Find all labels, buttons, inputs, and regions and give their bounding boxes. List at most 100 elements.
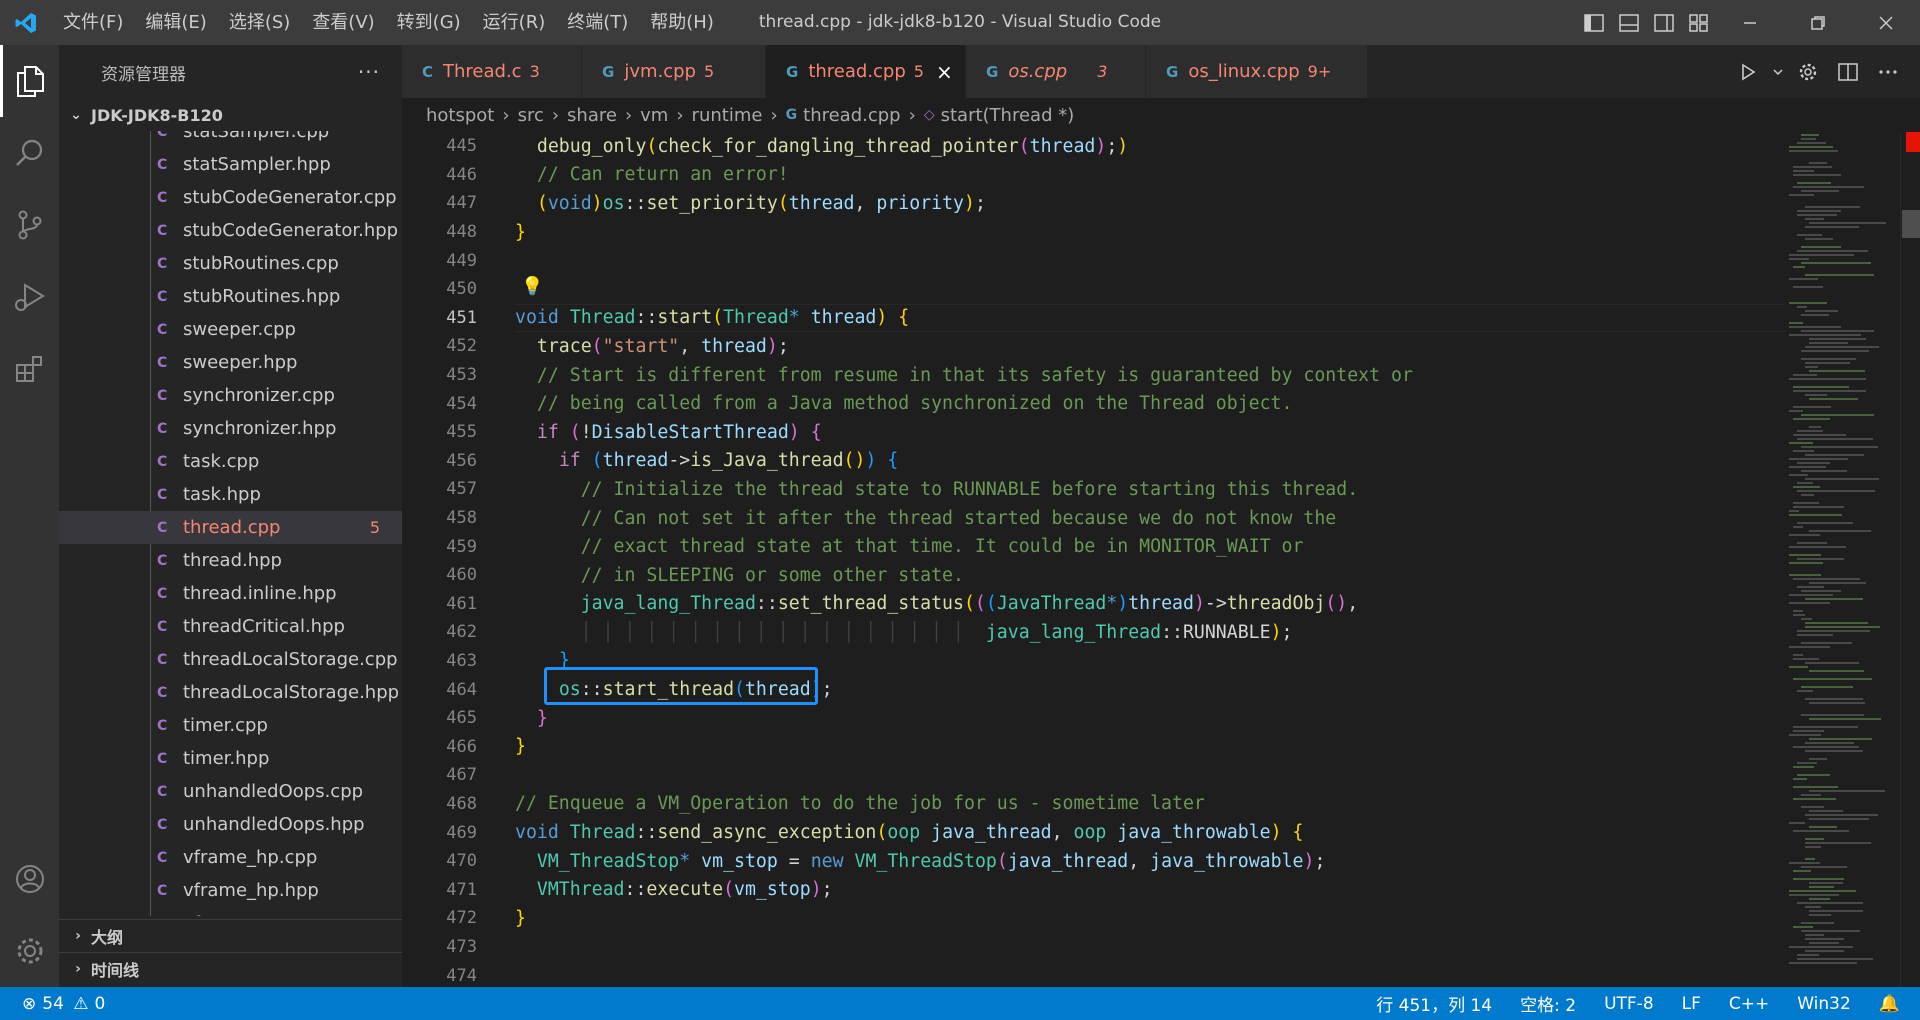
code-line[interactable]: 459 // exact thread state at that time. … <box>402 532 1852 561</box>
code-line[interactable]: 471 VMThread::execute(vm_stop); <box>402 875 1852 904</box>
code-line[interactable]: 447 (void)os::set_priority(thread, prior… <box>402 189 1852 218</box>
code-line[interactable]: 465 } <box>402 704 1852 733</box>
code-line[interactable]: 449 <box>402 246 1852 275</box>
code-line[interactable]: 454 // being called from a Java method s… <box>402 389 1852 418</box>
file-item[interactable]: CthreadCritical.hpp <box>59 610 402 643</box>
workspace-folder[interactable]: ⌄ JDK-JDK8-B120 <box>59 99 402 131</box>
run-file-icon[interactable] <box>1728 45 1768 98</box>
file-item[interactable]: Cvframe_hp.hpp <box>59 874 402 907</box>
code-line[interactable]: 467 <box>402 761 1852 790</box>
code-line[interactable]: 473 <box>402 933 1852 962</box>
search-icon[interactable] <box>0 117 59 189</box>
toggle-secondary-sidebar-icon[interactable] <box>1646 0 1681 45</box>
file-item[interactable]: Cthread.cpp 5 <box>59 511 402 544</box>
breadcrumb-item[interactable]: thread.cpp <box>803 105 900 126</box>
file-item[interactable]: CstubRoutines.cpp <box>59 247 402 280</box>
breadcrumb-item[interactable]: hotspot <box>426 105 494 126</box>
code-line[interactable]: 474 <box>402 961 1852 987</box>
menu-go[interactable]: 转到(G) <box>386 0 472 45</box>
more-actions-icon[interactable]: ··· <box>358 60 380 84</box>
minimap[interactable] <box>1785 132 1900 987</box>
file-item[interactable]: CunhandledOops.cpp <box>59 775 402 808</box>
code-line[interactable]: 461 java_lang_Thread::set_thread_status(… <box>402 590 1852 619</box>
code-line[interactable]: 446 // Can return an error! <box>402 161 1852 190</box>
file-item[interactable]: CthreadLocalStorage.cpp <box>59 643 402 676</box>
file-item[interactable]: CthreadLocalStorage.hpp <box>59 676 402 709</box>
restore-icon[interactable] <box>1784 0 1852 45</box>
tab-os-cpp[interactable]: G os.cpp 3 <box>966 45 1146 98</box>
code-line[interactable]: 452 trace("start", thread); <box>402 332 1852 361</box>
file-item[interactable]: Csynchronizer.hpp <box>59 412 402 445</box>
file-item[interactable]: Cthread.hpp <box>59 544 402 577</box>
lightbulb-icon[interactable]: 💡 <box>521 276 543 297</box>
tab-jvm-cpp[interactable]: G jvm.cpp 5 <box>582 45 766 98</box>
breadcrumb-item[interactable]: start(Thread *) <box>941 105 1075 126</box>
explorer-icon[interactable] <box>0 45 59 117</box>
code-line[interactable]: 455 if (!DisableStartThread) { <box>402 418 1852 447</box>
split-editor-icon[interactable] <box>1828 45 1868 98</box>
code-line[interactable]: 450 <box>402 275 1852 304</box>
breadcrumb-item[interactable]: src <box>518 105 544 126</box>
file-item[interactable]: Cthread.inline.hpp <box>59 577 402 610</box>
file-item[interactable]: Ctask.cpp <box>59 445 402 478</box>
code-line[interactable]: 458 // Can not set it after the thread s… <box>402 504 1852 533</box>
vertical-scrollbar[interactable] <box>1900 132 1920 987</box>
file-item[interactable]: Cvframe_hp.cpp <box>59 841 402 874</box>
breadcrumb-item[interactable]: runtime <box>692 105 763 126</box>
run-debug-icon[interactable] <box>0 261 59 333</box>
menu-file[interactable]: 文件(F) <box>52 0 134 45</box>
problems-indicator[interactable]: ⊗ 54 ⚠ 0 <box>22 994 119 1014</box>
more-actions-icon[interactable] <box>1868 45 1908 98</box>
file-item[interactable]: CunhandledOops.hpp <box>59 808 402 841</box>
account-icon[interactable] <box>0 843 59 915</box>
code-line[interactable]: 472} <box>402 904 1852 933</box>
file-item[interactable]: CstatSampler.hpp <box>59 148 402 181</box>
extensions-icon[interactable] <box>0 333 59 405</box>
toggle-primary-sidebar-icon[interactable] <box>1576 0 1611 45</box>
file-item[interactable]: CstubCodeGenerator.cpp <box>59 181 402 214</box>
indentation[interactable]: 空格: 2 <box>1506 991 1590 1016</box>
code-line[interactable]: 457 // Initialize the thread state to RU… <box>402 475 1852 504</box>
encoding[interactable]: UTF-8 <box>1590 994 1668 1014</box>
file-item[interactable]: CstubCodeGenerator.hpp <box>59 214 402 247</box>
code-line[interactable]: 468 // Enqueue a VM_Operation to do the j… <box>402 790 1852 819</box>
language-mode[interactable]: C++ <box>1715 994 1783 1014</box>
chevron-down-icon[interactable] <box>1768 45 1788 98</box>
code-line[interactable]: 453 // Start is different from resume in… <box>402 361 1852 390</box>
file-item[interactable]: Csweeper.hpp <box>59 346 402 379</box>
menu-terminal[interactable]: 终端(T) <box>556 0 639 45</box>
code-line[interactable]: 448} <box>402 218 1852 247</box>
file-item[interactable]: Ctask.hpp <box>59 478 402 511</box>
breadcrumb-item[interactable]: share <box>567 105 617 126</box>
file-item[interactable]: Csynchronizer.cpp <box>59 379 402 412</box>
gear-icon[interactable] <box>1788 45 1828 98</box>
settings-gear-icon[interactable] <box>0 915 59 987</box>
outline-section[interactable]: › 大纲 <box>59 919 402 951</box>
menu-edit[interactable]: 编辑(E) <box>134 0 217 45</box>
file-item[interactable]: Csweeper.cpp <box>59 313 402 346</box>
cursor-position[interactable]: 行 451，列 14 <box>1362 991 1506 1016</box>
code-line[interactable]: 451 void Thread::start(Thread* thread) { <box>402 303 1852 333</box>
close-icon[interactable]: × <box>936 60 953 84</box>
tab-thread-c[interactable]: C Thread.c 3 <box>402 45 582 98</box>
end-of-line[interactable]: LF <box>1668 994 1715 1014</box>
platform[interactable]: Win32 <box>1783 994 1865 1014</box>
menu-selection[interactable]: 选择(S) <box>218 0 301 45</box>
menu-view[interactable]: 查看(V) <box>301 0 385 45</box>
toggle-panel-icon[interactable] <box>1611 0 1646 45</box>
file-item[interactable]: Cvframe.cpp <box>59 907 402 916</box>
close-window-icon[interactable] <box>1852 0 1920 45</box>
code-line[interactable]: 445 debug_only(check_for_dangling_thread… <box>402 132 1852 161</box>
source-control-icon[interactable] <box>0 189 59 261</box>
code-editor[interactable]: 445 debug_only(check_for_dangling_thread… <box>402 132 1902 987</box>
menu-help[interactable]: 帮助(H) <box>639 0 725 45</box>
notifications-bell-icon[interactable]: 🔔 <box>1865 994 1920 1014</box>
code-line[interactable]: 470 VM_ThreadStop* vm_stop = new VM_Thre… <box>402 847 1852 876</box>
menu-run[interactable]: 运行(R) <box>472 0 557 45</box>
code-line[interactable]: 466} <box>402 732 1852 761</box>
code-line[interactable]: 462 │ │ │ │ │ │ │ │ │ │ │ │ │ │ │ │ │ │ … <box>402 618 1852 647</box>
code-line[interactable]: 456 if (thread->is_Java_thread()) { <box>402 447 1852 476</box>
file-item[interactable]: Ctimer.cpp <box>59 709 402 742</box>
scrollbar-thumb[interactable] <box>1902 210 1920 238</box>
tab-os-linux-cpp[interactable]: G os_linux.cpp 9+ <box>1146 45 1368 98</box>
